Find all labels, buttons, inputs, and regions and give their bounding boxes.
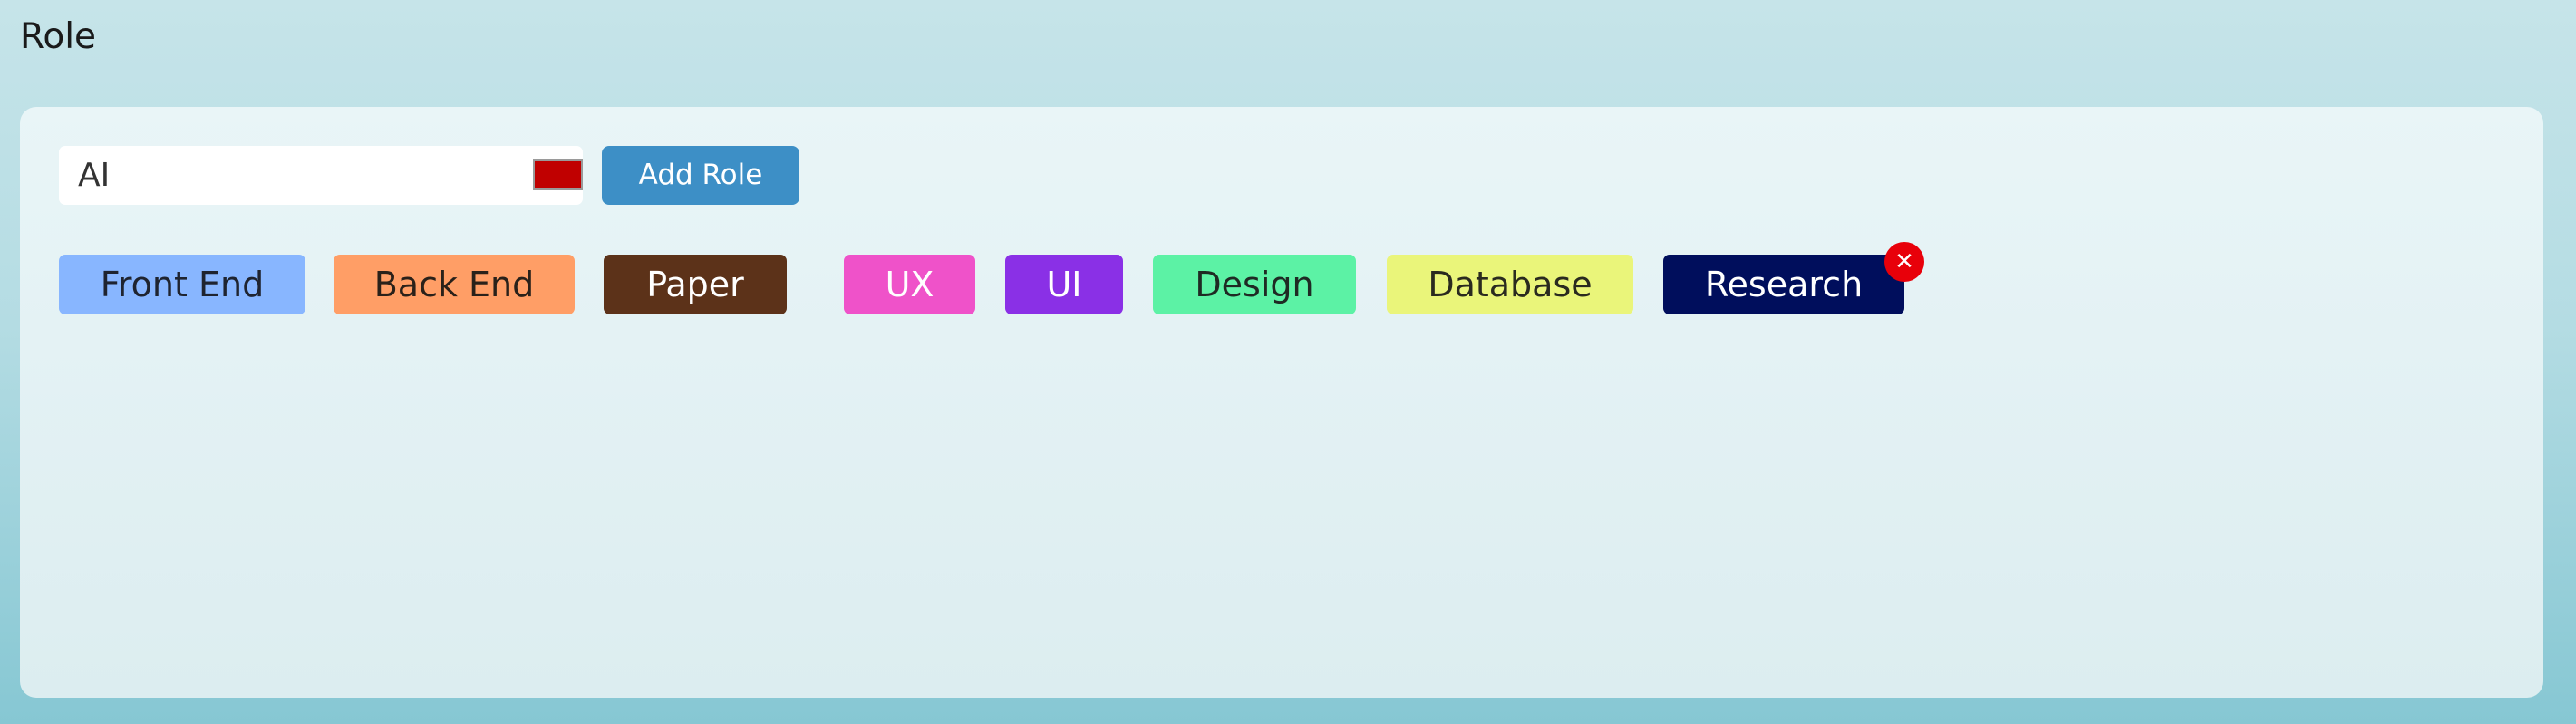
role-tag[interactable]: UI bbox=[1005, 255, 1123, 314]
role-tag-label: Design bbox=[1195, 265, 1314, 304]
role-tag[interactable]: Front End bbox=[59, 255, 305, 314]
role-panel: Add Role Front End Back End Paper UX UI … bbox=[20, 107, 2543, 698]
add-role-button[interactable]: Add Role bbox=[602, 146, 799, 205]
role-tag[interactable]: Design bbox=[1153, 255, 1356, 314]
role-color-picker[interactable] bbox=[533, 159, 583, 190]
role-tag[interactable]: Database bbox=[1387, 255, 1633, 314]
role-tag-label: Research bbox=[1704, 265, 1864, 304]
role-tag-label: Front End bbox=[100, 265, 265, 304]
role-tag-label: Database bbox=[1428, 265, 1593, 304]
role-tag-label: UX bbox=[885, 265, 935, 304]
close-icon[interactable]: ✕ bbox=[1884, 242, 1924, 282]
role-name-input[interactable] bbox=[59, 146, 512, 205]
role-tag[interactable]: Research ✕ bbox=[1663, 242, 1924, 314]
role-tag[interactable]: Back End bbox=[334, 255, 575, 314]
role-tag-label: Paper bbox=[646, 265, 744, 304]
role-tag-label: Back End bbox=[373, 265, 535, 304]
role-tag[interactable]: Paper bbox=[604, 255, 787, 314]
role-tag[interactable]: UX bbox=[844, 255, 975, 314]
role-section-title: Role bbox=[20, 16, 97, 57]
role-tag-label: UI bbox=[1046, 265, 1082, 304]
role-input-wrapper bbox=[59, 146, 583, 205]
